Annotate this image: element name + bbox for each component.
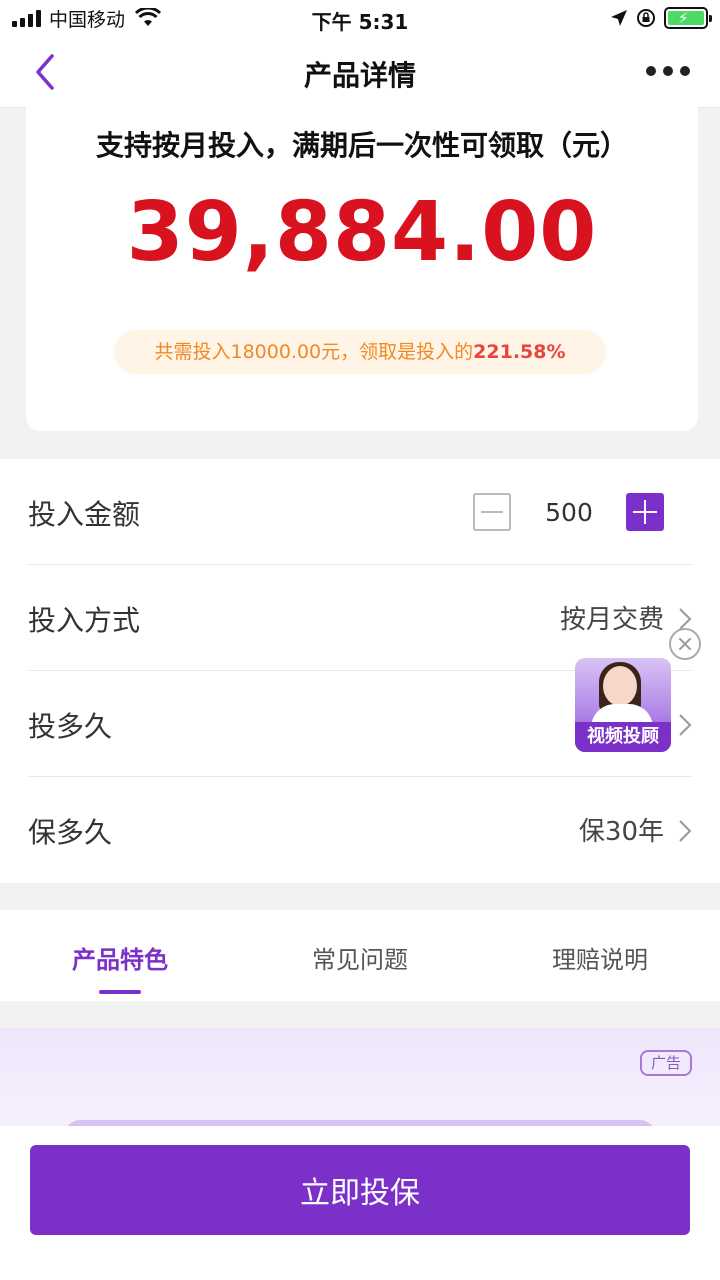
coverage-period-value: 保30年: [578, 817, 664, 847]
advisor-face: [603, 666, 637, 706]
investment-note-text: 共需投入18000.00元，领取是投入的: [154, 341, 474, 363]
page-title: 产品详情: [303, 59, 416, 92]
amount-label: 投入金额: [28, 498, 141, 531]
info-tabs: 产品特色 常见问题 理赔说明: [0, 910, 720, 1001]
investment-note: 共需投入18000.00元，领取是投入的221.58%: [114, 330, 606, 374]
tab-claims[interactable]: 理赔说明: [480, 940, 720, 975]
rotation-lock-icon: [637, 9, 655, 27]
bottom-action-bar: 立即投保: [0, 1126, 720, 1280]
chevron-right-icon: [679, 820, 692, 842]
tab-product-features[interactable]: 产品特色: [0, 940, 240, 975]
ad-banner[interactable]: 广告: [0, 1028, 720, 1150]
payout-amount: 39,884.00: [126, 185, 598, 280]
coverage-period-row[interactable]: 保多久 保30年: [28, 777, 692, 883]
payment-duration-label: 投多久: [28, 710, 113, 743]
increase-button[interactable]: [626, 493, 664, 531]
tab-faq[interactable]: 常见问题: [240, 940, 480, 975]
summary-card: 支持按月投入，满期后一次性可领取（元） 39,884.00 共需投入18000.…: [26, 100, 698, 431]
ad-badge: 广告: [640, 1050, 692, 1076]
more-dots-icon[interactable]: [646, 66, 690, 76]
summary-description: 支持按月投入，满期后一次性可领取（元）: [95, 129, 628, 162]
buy-now-button[interactable]: 立即投保: [30, 1145, 690, 1235]
status-right: ⚡: [610, 6, 712, 30]
payment-method-label: 投入方式: [28, 604, 141, 637]
video-advisor-widget[interactable]: 视频投顾: [573, 628, 703, 754]
return-ratio: 221.58%: [473, 341, 566, 363]
status-bar: 中国移动 下午 5:31 ⚡: [0, 0, 720, 36]
decrease-button[interactable]: [473, 493, 511, 531]
location-arrow-icon: [611, 10, 627, 26]
close-icon[interactable]: [669, 628, 701, 660]
coverage-period-label: 保多久: [28, 816, 113, 849]
video-advisor-card[interactable]: 视频投顾: [575, 658, 671, 752]
amount-value[interactable]: 500: [523, 498, 615, 527]
nav-bar: 产品详情: [0, 36, 720, 108]
video-advisor-label: 视频投顾: [575, 722, 671, 752]
active-tab-indicator: [99, 990, 141, 994]
amount-row: 投入金额 500: [28, 459, 692, 565]
battery-icon: ⚡: [664, 7, 712, 29]
